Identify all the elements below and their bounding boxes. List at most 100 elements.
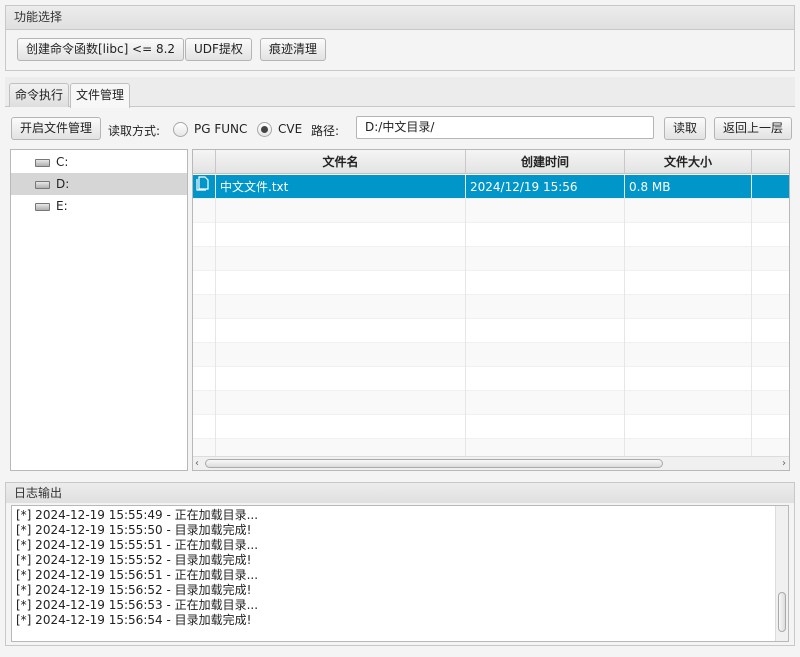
empty-cell: [625, 367, 752, 391]
empty-cell: [466, 199, 625, 223]
log-line: [*] 2024-12-19 15:55:52 - 目录加载完成!: [16, 553, 252, 567]
empty-table-row: [193, 223, 789, 247]
empty-cell: [216, 319, 466, 343]
drive-label: E:: [56, 199, 68, 213]
pg-func-radio[interactable]: [173, 122, 188, 137]
log-panel: 日志输出 [*] 2024-12-19 15:55:49 - 正在加载目录...…: [5, 482, 795, 646]
log-line: [*] 2024-12-19 15:56:54 - 目录加载完成!: [16, 613, 252, 627]
pg-func-label[interactable]: PG FUNC: [194, 122, 247, 136]
column-header-icon: [193, 150, 216, 174]
empty-cell: [193, 367, 216, 391]
path-input[interactable]: D:/中文目录/: [356, 116, 654, 139]
read-button[interactable]: 读取: [664, 117, 707, 140]
empty-cell: [193, 391, 216, 415]
drive-tree: C: D: E:: [10, 149, 188, 471]
cve-label[interactable]: CVE: [278, 122, 302, 136]
empty-table-row: [193, 295, 789, 319]
empty-table-row: [193, 343, 789, 367]
open-file-manager-button[interactable]: 开启文件管理: [11, 117, 102, 140]
empty-table-row: [193, 247, 789, 271]
empty-cell: [216, 295, 466, 319]
table-header: 文件名 创建时间 文件大小: [193, 150, 789, 174]
log-line: [*] 2024-12-19 15:56:53 - 正在加载目录...: [16, 598, 259, 612]
drive-item-e[interactable]: E:: [11, 195, 187, 217]
empty-cell: [625, 247, 752, 271]
empty-cell: [193, 295, 216, 319]
empty-cell: [466, 367, 625, 391]
empty-cell: [466, 319, 625, 343]
udf-privilege-button[interactable]: UDF提权: [185, 38, 252, 61]
log-line: [*] 2024-12-19 15:55:49 - 正在加载目录...: [16, 508, 259, 522]
empty-table-row: [193, 271, 789, 295]
empty-table-row: [193, 367, 789, 391]
empty-table-row: [193, 415, 789, 439]
drive-item-d[interactable]: D:: [11, 173, 187, 195]
file-table: 文件名 创建时间 文件大小 中文文件.txt 2024/12/19 15:56 …: [192, 149, 790, 471]
drive-icon: [35, 202, 50, 211]
empty-cell: [193, 343, 216, 367]
empty-cell: [193, 199, 216, 223]
file-name-cell: 中文文件.txt: [216, 175, 466, 199]
scroll-right-icon[interactable]: ›: [782, 458, 786, 469]
empty-cell: [625, 271, 752, 295]
log-line: [*] 2024-12-19 15:56:51 - 正在加载目录...: [16, 568, 259, 582]
empty-cell: [625, 319, 752, 343]
empty-cell: [216, 271, 466, 295]
empty-cell: [625, 391, 752, 415]
empty-cell: [193, 247, 216, 271]
empty-cell: [466, 343, 625, 367]
scroll-left-icon[interactable]: ‹: [195, 458, 199, 469]
empty-cell: [216, 391, 466, 415]
empty-cell: [625, 199, 752, 223]
empty-cell: [193, 223, 216, 247]
empty-cell: [193, 319, 216, 343]
drive-item-c[interactable]: C:: [11, 151, 187, 173]
log-line: [*] 2024-12-19 15:56:52 - 目录加载完成!: [16, 583, 252, 597]
file-created-cell: 2024/12/19 15:56: [466, 175, 625, 199]
file-size-cell: 0.8 MB: [625, 175, 752, 199]
empty-cell: [466, 223, 625, 247]
file-icon: [193, 175, 216, 199]
empty-cell: [466, 247, 625, 271]
empty-cell: [466, 295, 625, 319]
empty-table-row: [193, 319, 789, 343]
empty-cell: [625, 415, 752, 439]
empty-cell: [193, 415, 216, 439]
tab-command-exec[interactable]: 命令执行: [9, 83, 70, 107]
drive-label: C:: [56, 155, 69, 169]
empty-cell: [466, 415, 625, 439]
empty-cell: [216, 247, 466, 271]
column-header-created[interactable]: 创建时间: [466, 150, 625, 174]
empty-cell: [625, 343, 752, 367]
empty-cell: [216, 343, 466, 367]
empty-cell: [216, 367, 466, 391]
horizontal-scrollbar[interactable]: ‹ ›: [193, 456, 789, 470]
back-button[interactable]: 返回上一层: [714, 117, 793, 140]
horizontal-scroll-thumb[interactable]: [205, 459, 663, 468]
log-output[interactable]: [*] 2024-12-19 15:55:49 - 正在加载目录... [*] 2…: [11, 505, 789, 642]
log-panel-title: 日志输出: [6, 483, 794, 503]
drive-icon: [35, 158, 50, 167]
function-panel-title: 功能选择: [6, 6, 794, 30]
empty-cell: [216, 415, 466, 439]
empty-cell: [466, 391, 625, 415]
empty-table-row: [193, 199, 789, 223]
table-row[interactable]: 中文文件.txt 2024/12/19 15:56 0.8 MB: [193, 175, 789, 199]
column-header-size[interactable]: 文件大小: [625, 150, 752, 174]
tab-file-manager[interactable]: 文件管理: [70, 83, 131, 108]
tab-bar: 命令执行 文件管理: [5, 77, 795, 108]
log-line: [*] 2024-12-19 15:55:50 - 目录加载完成!: [16, 523, 252, 537]
create-libc-function-button[interactable]: 创建命令函数[libc] <= 8.2: [17, 38, 185, 61]
vertical-scrollbar[interactable]: [775, 506, 788, 641]
empty-cell: [625, 223, 752, 247]
column-header-filename[interactable]: 文件名: [216, 150, 466, 174]
read-mode-label: 读取方式:: [108, 124, 161, 138]
drive-icon: [35, 180, 50, 189]
empty-cell: [216, 223, 466, 247]
function-panel: 功能选择 创建命令函数[libc] <= 8.2 UDF提权 痕迹清理: [5, 5, 795, 71]
vertical-scroll-thumb[interactable]: [778, 592, 786, 632]
cve-radio[interactable]: [257, 122, 272, 137]
empty-cell: [193, 271, 216, 295]
empty-table-row: [193, 391, 789, 415]
trace-cleanup-button[interactable]: 痕迹清理: [260, 38, 327, 61]
